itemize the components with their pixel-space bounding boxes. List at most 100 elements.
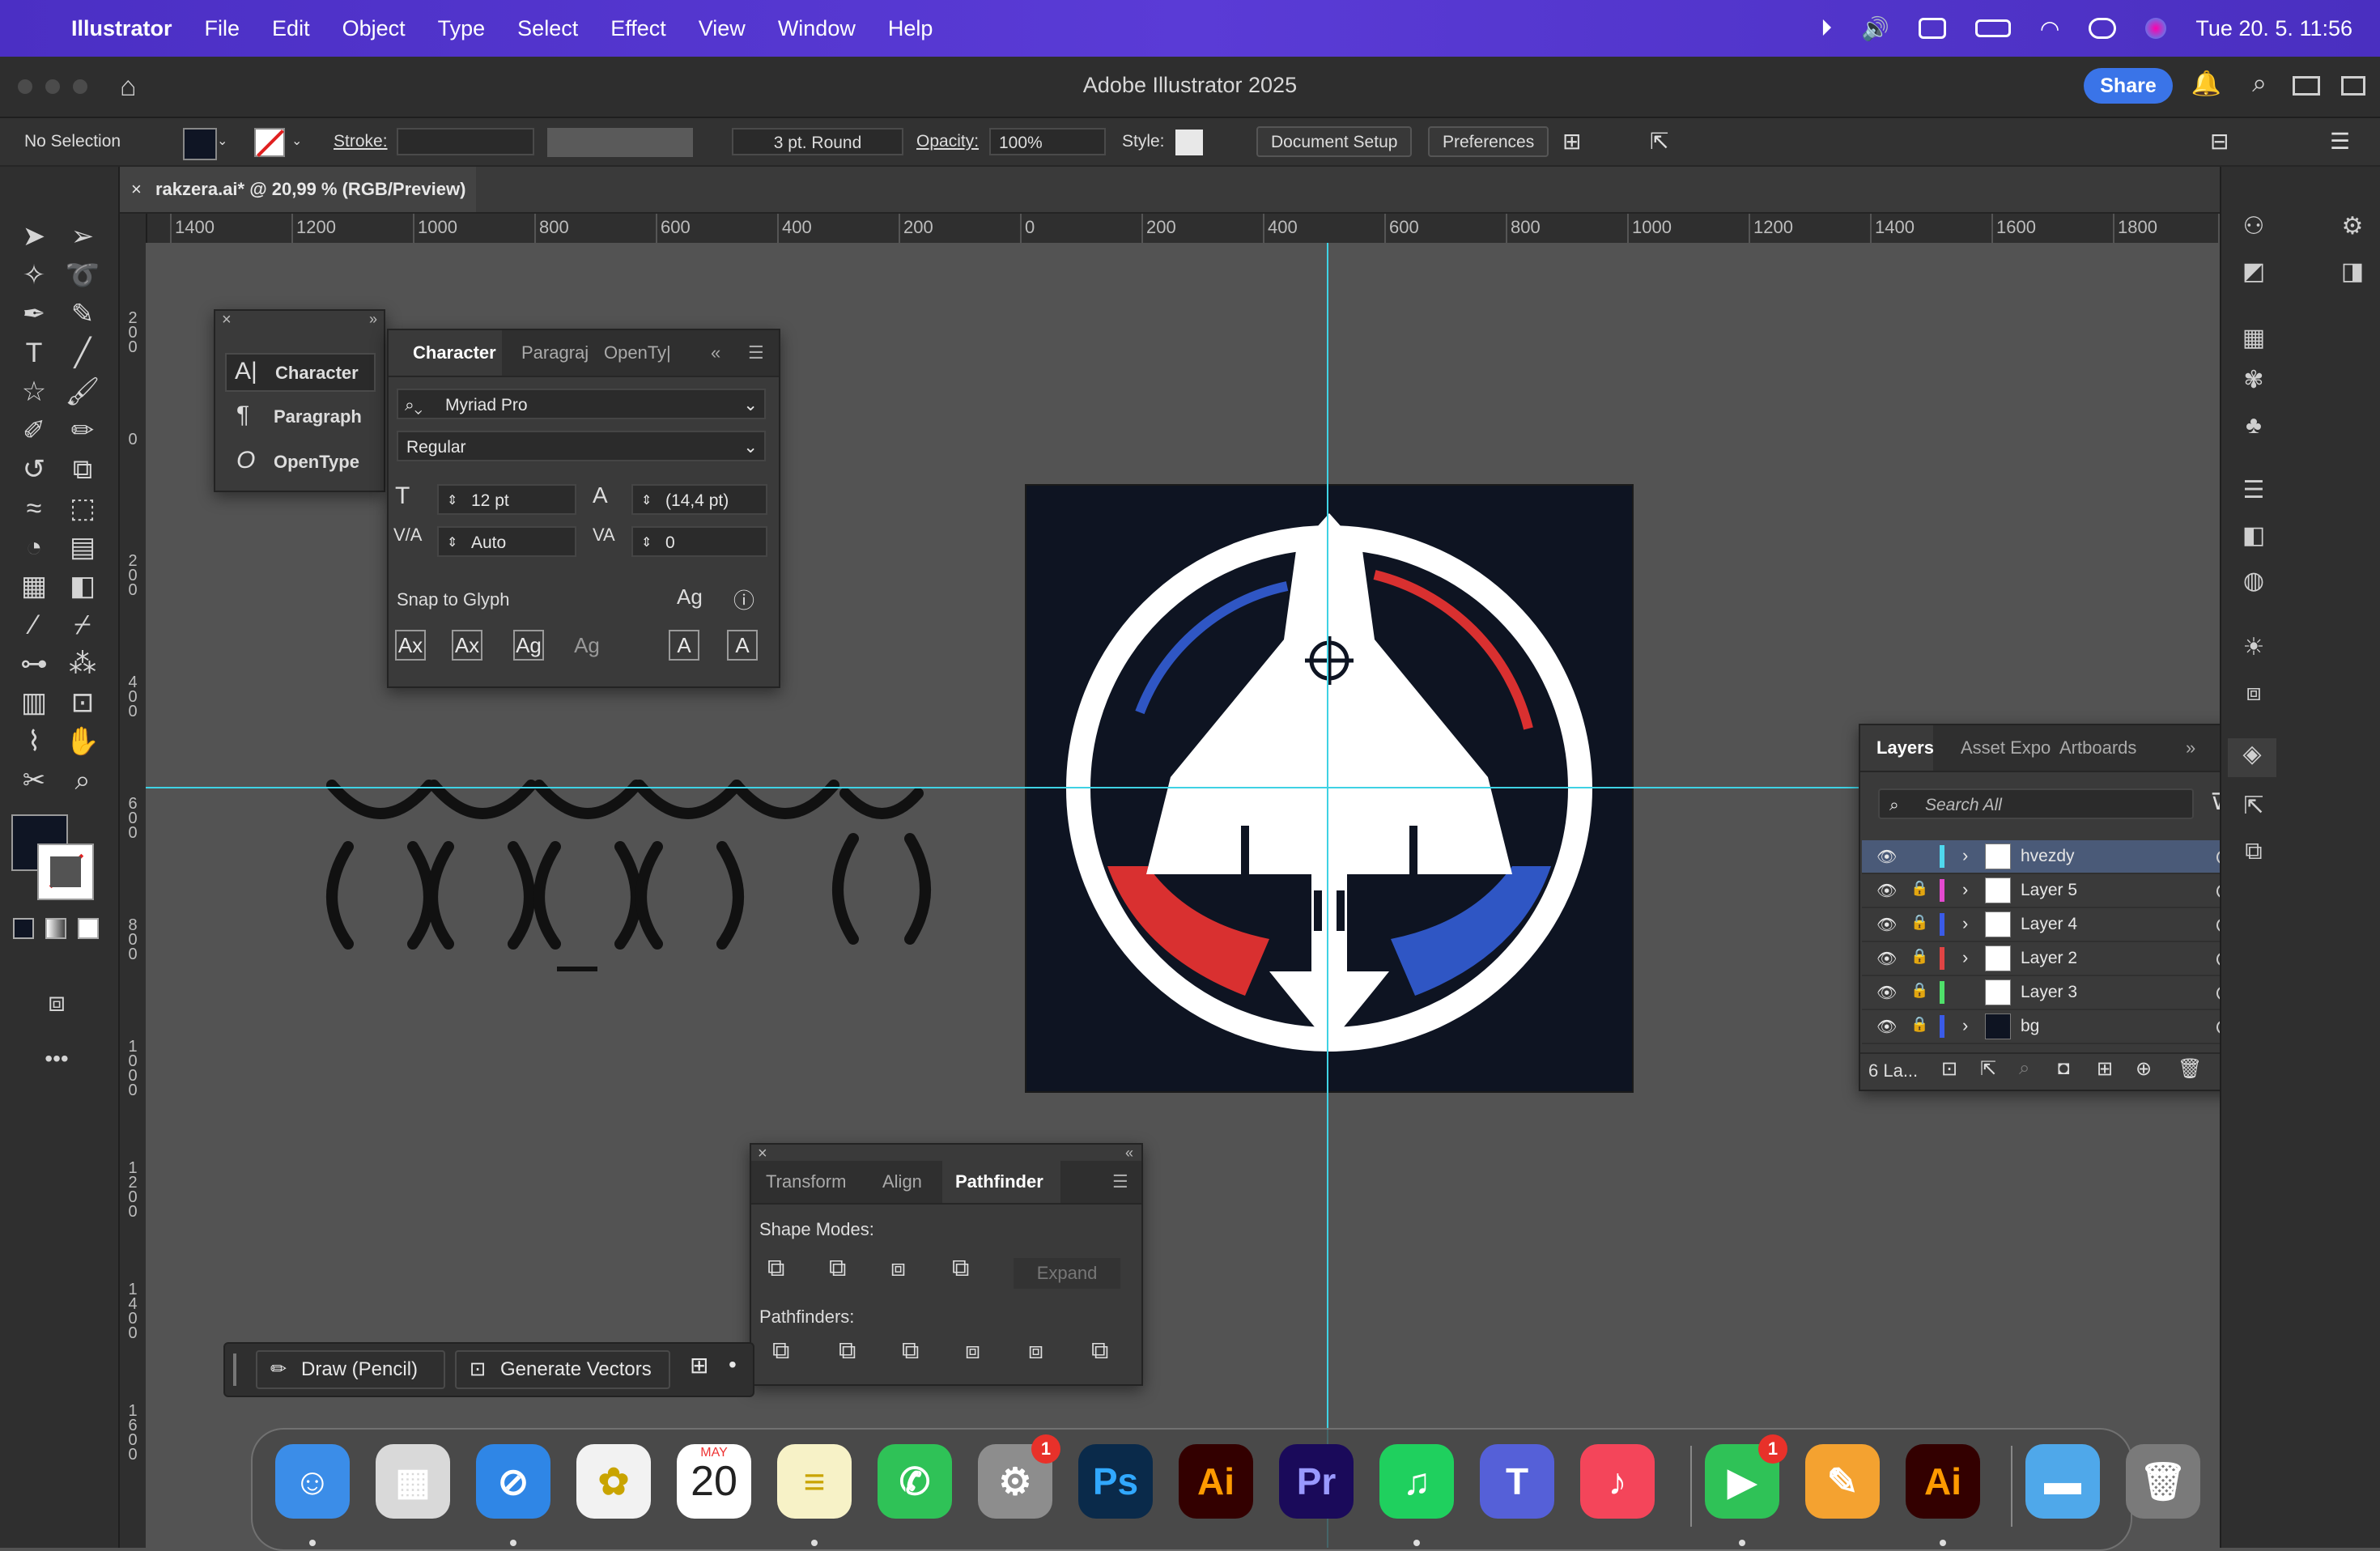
opacity-label[interactable]: Opacity: [916, 128, 979, 155]
control-center-icon[interactable] [2089, 18, 2117, 39]
stepper-icon[interactable]: ⇕ [641, 528, 652, 559]
tracking-field[interactable]: ⇕ 0 [631, 526, 767, 557]
document-tab[interactable]: × rakzera.ai* @ 20,99 % (RGB/Preview) [120, 167, 476, 212]
pencil-tool-icon[interactable]: ✏ [63, 413, 102, 448]
tab-character[interactable]: Character [389, 330, 502, 376]
layer-row[interactable]: 👁 🔒 › bg [1862, 1010, 2247, 1044]
color-mode-icon[interactable] [13, 918, 34, 939]
gradient-mode-icon[interactable] [45, 918, 66, 939]
preferences-button[interactable]: Preferences [1428, 126, 1549, 157]
direct-selection-tool-icon[interactable]: ➢ [63, 219, 102, 254]
expand-panel-icon[interactable]: » [2186, 725, 2195, 771]
dock-app-premiere[interactable]: Pr [1279, 1444, 1354, 1519]
drag-handle-icon[interactable] [233, 1353, 236, 1386]
dock-app-facetime[interactable]: ▶ 1 [1705, 1434, 1787, 1519]
transparency-icon[interactable]: ◍ [2236, 565, 2272, 597]
collapse-panel-icon[interactable]: « [1125, 1145, 1133, 1162]
unite-icon[interactable]: ⧉ [767, 1255, 784, 1282]
tab-paragraph[interactable]: Paragraj [521, 330, 589, 376]
minus-back-icon[interactable]: ⧉ [1091, 1337, 1108, 1365]
dock-app-system-settings[interactable]: ⚙ 1 [978, 1434, 1060, 1519]
warp-tool-icon[interactable]: ≈ [15, 491, 53, 526]
menu-item-opentype[interactable]: O OpenType [225, 444, 372, 479]
lock-icon[interactable]: 🔒 [1910, 948, 1928, 965]
style-swatch[interactable] [1175, 130, 1203, 155]
expand-panel-icon[interactable]: » [369, 311, 377, 328]
close-panel-icon[interactable]: × [222, 311, 232, 329]
learn-icon[interactable]: ◨ [2335, 256, 2370, 288]
lock-icon[interactable]: 🔒 [1910, 914, 1928, 931]
search-icon[interactable]: ⌕ [2252, 68, 2267, 99]
dock-app-music[interactable]: ♪ [1580, 1444, 1655, 1519]
more-options-icon[interactable]: • [729, 1352, 737, 1378]
visibility-eye-icon[interactable]: 👁 [1876, 949, 1897, 969]
column-graph-tool-icon[interactable]: ▥ [15, 685, 53, 720]
menu-app-name[interactable]: Illustrator [71, 16, 172, 41]
snap-proximity-button[interactable]: Ag [572, 630, 602, 661]
visibility-eye-icon[interactable]: 👁 [1876, 847, 1897, 867]
glyph-options-icon[interactable]: Ag [677, 584, 703, 610]
shaper-tool-icon[interactable]: ✐ [15, 413, 53, 448]
dock-app-teams[interactable]: T [1480, 1444, 1554, 1519]
scissors-tool-icon[interactable]: ✂ [15, 763, 53, 798]
tab-asset-export[interactable]: Asset Expo [1961, 725, 2051, 771]
siri-icon[interactable] [2145, 18, 2167, 39]
clock[interactable]: Tue 20. 5. 11:56 [2195, 16, 2352, 41]
battery-icon[interactable] [1974, 19, 2011, 37]
snap-xheight-button[interactable]: Ax [452, 630, 482, 661]
variable-width-profile[interactable] [547, 128, 693, 157]
menu-edit[interactable]: Edit [272, 16, 310, 41]
dock-app-spotify[interactable]: ♫ [1379, 1444, 1454, 1519]
stroke-label[interactable]: Stroke: [334, 128, 388, 155]
vertical-ruler[interactable]: 200 0 200 400 600 800 1000 1200 1400 1600 [120, 214, 147, 1548]
control-menu-icon[interactable]: ☰ [2330, 128, 2350, 155]
fill-dropdown-icon[interactable]: ⌄ [217, 128, 227, 155]
new-sublayer-icon[interactable]: ⊞ [2097, 1057, 2113, 1081]
stepper-icon[interactable]: ⇕ [447, 528, 457, 559]
rotate-tool-icon[interactable]: ↺ [15, 452, 53, 487]
lock-icon[interactable]: 🔒 [1910, 1016, 1928, 1033]
layer-row[interactable]: 👁 🔒 › Layer 5 [1862, 874, 2247, 908]
play-icon[interactable]: ⏵ [1821, 15, 1832, 42]
fill-swatch[interactable] [183, 128, 217, 160]
expand-button[interactable]: Expand [1014, 1258, 1120, 1289]
dock-app-illustrator[interactable]: Ai [1179, 1444, 1253, 1519]
visibility-eye-icon[interactable]: 👁 [1876, 915, 1897, 935]
tab-transform[interactable]: Transform [766, 1161, 846, 1203]
selection-tool-icon[interactable]: ➤ [15, 219, 53, 254]
swatches-icon[interactable]: ▦ [2236, 322, 2272, 355]
menu-object[interactable]: Object [342, 16, 406, 41]
brushes-icon[interactable]: ✾ [2236, 364, 2272, 397]
expand-layer-icon[interactable]: › [1962, 879, 1968, 900]
tab-artboards[interactable]: Artboards [2059, 725, 2136, 771]
new-layer-icon[interactable]: ⊕ [2136, 1057, 2152, 1081]
intersect-icon[interactable]: ⧈ [890, 1255, 906, 1282]
symbol-sprayer-tool-icon[interactable]: ⁂ [63, 646, 102, 682]
mesh-tool-icon[interactable]: ▦ [15, 568, 53, 604]
menu-item-character[interactable]: A| Character [225, 353, 376, 392]
pen-tool-icon[interactable]: ✒ [15, 296, 53, 332]
tab-opentype[interactable]: OpenTy| [604, 330, 671, 376]
layer-row[interactable]: 👁 🔒 Layer 3 [1862, 976, 2247, 1010]
dock-app-photoshop[interactable]: Ps [1078, 1444, 1153, 1519]
stroke-weight-field[interactable] [397, 128, 534, 155]
keyboard-icon[interactable] [1918, 18, 1946, 39]
divide-icon[interactable]: ⧉ [772, 1337, 789, 1365]
perspective-grid-tool-icon[interactable]: ▤ [63, 529, 102, 565]
workspace-icon[interactable] [2293, 76, 2320, 96]
leading-field[interactable]: ⇕ (14,4 pt) [631, 484, 767, 515]
locate-object-icon[interactable]: ⌕ [2019, 1057, 2029, 1080]
star-tool-icon[interactable]: ☆ [15, 374, 53, 410]
type-tool-icon[interactable]: T [15, 335, 53, 371]
layer-name[interactable]: hvezdy [2021, 840, 2075, 873]
lock-icon[interactable]: 🔒 [1910, 982, 1928, 999]
menu-view[interactable]: View [699, 16, 746, 41]
volume-icon[interactable]: 🔊 [1861, 15, 1889, 42]
more-tools-icon[interactable]: ••• [37, 1041, 76, 1077]
arrange-icon[interactable] [2341, 76, 2365, 96]
dock-app-illustrator2[interactable]: Ai [1906, 1444, 1980, 1519]
none-mode-icon[interactable] [78, 918, 99, 939]
wifi-icon[interactable]: ◠ [2040, 15, 2059, 42]
snap-anchor-button[interactable]: A [727, 630, 758, 661]
adjust-icon[interactable]: ⚙ [2335, 210, 2370, 243]
